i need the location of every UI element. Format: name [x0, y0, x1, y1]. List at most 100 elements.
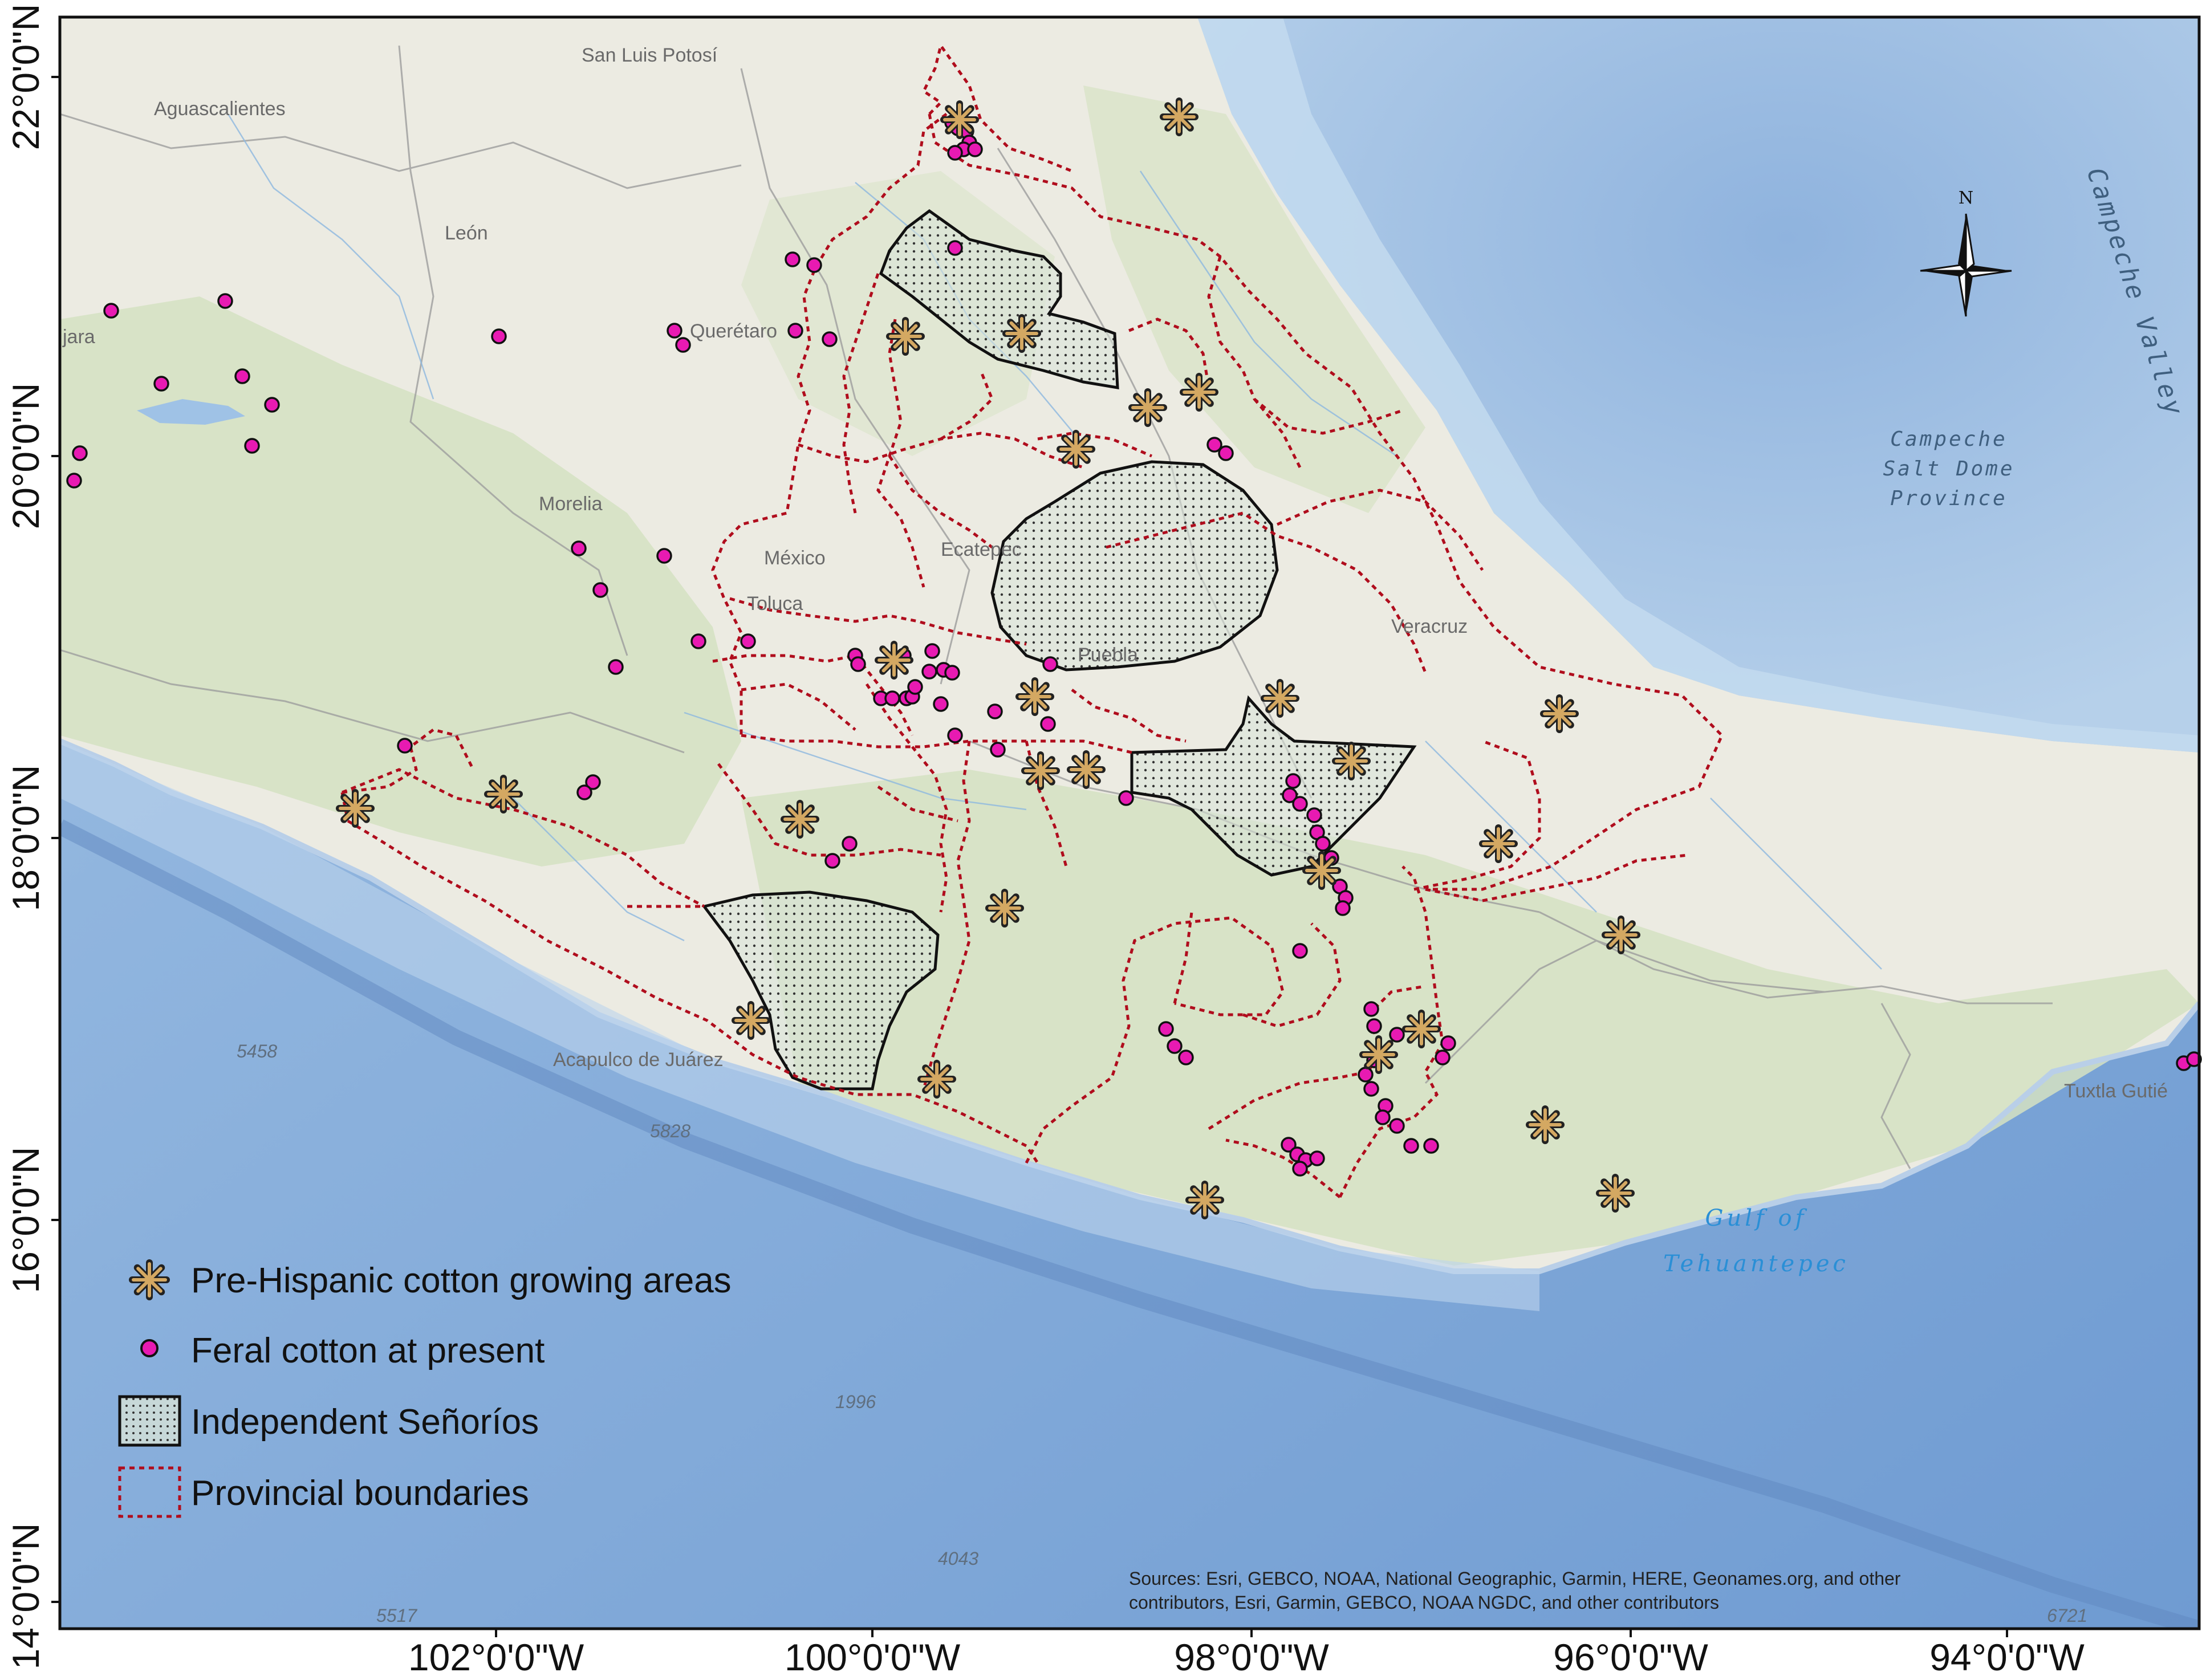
- feral-cotton-point[interactable]: [1040, 716, 1056, 732]
- cotton-growing-marker[interactable]: [886, 317, 925, 356]
- feral-cotton-point[interactable]: [1292, 796, 1308, 812]
- lat-label-22: 22°0'0"N: [5, 4, 47, 150]
- feral-cotton-point[interactable]: [656, 548, 672, 564]
- feral-cotton-point[interactable]: [933, 696, 949, 712]
- feral-cotton-point[interactable]: [1389, 1118, 1405, 1134]
- feral-cotton-point[interactable]: [1292, 943, 1308, 959]
- feral-cotton-point[interactable]: [924, 643, 940, 659]
- feral-cotton-point[interactable]: [244, 438, 260, 454]
- feral-cotton-point[interactable]: [592, 582, 608, 598]
- cotton-growing-marker[interactable]: [732, 1001, 770, 1040]
- feral-cotton-point[interactable]: [967, 141, 983, 157]
- feral-cotton-point[interactable]: [907, 679, 923, 695]
- cotton-growing-marker[interactable]: [940, 100, 979, 139]
- feral-cotton-point[interactable]: [234, 368, 250, 384]
- feral-cotton-point[interactable]: [1375, 1109, 1391, 1125]
- feral-cotton-point[interactable]: [576, 784, 592, 800]
- feral-cotton-point[interactable]: [850, 656, 866, 672]
- cotton-growing-marker[interactable]: [1021, 751, 1060, 790]
- feral-cotton-point[interactable]: [842, 836, 858, 852]
- feral-cotton-point[interactable]: [1178, 1050, 1194, 1065]
- cotton-growing-marker[interactable]: [1128, 388, 1167, 427]
- feral-cotton-point[interactable]: [1423, 1138, 1439, 1154]
- lat-label-18: 18°0'0"N: [5, 765, 47, 912]
- feral-cotton-point[interactable]: [987, 703, 1003, 719]
- feral-cotton-point[interactable]: [153, 376, 169, 392]
- feral-cotton-point[interactable]: [1285, 773, 1301, 789]
- cotton-growing-marker[interactable]: [1402, 1010, 1441, 1048]
- cotton-growing-marker[interactable]: [1332, 742, 1371, 780]
- feral-cotton-point[interactable]: [667, 323, 682, 339]
- cotton-growing-marker[interactable]: [1160, 97, 1198, 136]
- feral-cotton-point[interactable]: [1363, 1081, 1379, 1097]
- feral-cotton-point[interactable]: [1118, 790, 1134, 806]
- cotton-growing-marker[interactable]: [1596, 1174, 1635, 1213]
- feral-cotton-point[interactable]: [1218, 445, 1234, 461]
- cotton-growing-marker[interactable]: [781, 800, 819, 839]
- feral-cotton-point[interactable]: [1403, 1138, 1419, 1154]
- cotton-growing-marker[interactable]: [484, 775, 523, 813]
- cotton-growing-marker[interactable]: [1185, 1181, 1224, 1219]
- cotton-growing-marker[interactable]: [1302, 851, 1341, 890]
- feral-cotton-point[interactable]: [571, 540, 587, 556]
- label-ecatepec: Ecatepec: [941, 539, 1022, 560]
- feral-cotton-point[interactable]: [806, 257, 822, 273]
- feral-cotton-point[interactable]: [1315, 836, 1331, 852]
- cotton-growing-marker[interactable]: [1057, 430, 1095, 469]
- cotton-growing-marker[interactable]: [1526, 1105, 1565, 1144]
- feral-cotton-point[interactable]: [944, 665, 960, 681]
- cotton-growing-marker[interactable]: [1602, 916, 1640, 954]
- feral-cotton-point[interactable]: [1158, 1021, 1174, 1037]
- feral-cotton-point[interactable]: [822, 331, 838, 347]
- feral-cotton-point[interactable]: [264, 397, 280, 413]
- feral-cotton-point[interactable]: [690, 633, 706, 649]
- feral-cotton-point[interactable]: [397, 738, 413, 754]
- feral-cotton-point[interactable]: [1435, 1050, 1451, 1065]
- feral-cotton-point[interactable]: [1335, 900, 1351, 916]
- depth-label: 6721: [2047, 1605, 2087, 1626]
- feral-cotton-point[interactable]: [675, 337, 691, 353]
- feral-cotton-point[interactable]: [740, 633, 756, 649]
- cotton-growing-marker[interactable]: [1261, 679, 1299, 718]
- cotton-growing-marker[interactable]: [1359, 1035, 1398, 1074]
- feral-cotton-point[interactable]: [1358, 1067, 1374, 1083]
- cotton-growing-marker[interactable]: [1540, 694, 1579, 733]
- label-gulf-2: Tehuantepec: [1663, 1251, 1849, 1277]
- feral-cotton-point[interactable]: [947, 727, 963, 743]
- feral-cotton-point[interactable]: [1042, 656, 1058, 672]
- feral-cotton-point[interactable]: [1292, 1161, 1308, 1177]
- feral-cotton-point[interactable]: [217, 293, 233, 309]
- label-mexico: México: [764, 547, 826, 569]
- cotton-growing-marker[interactable]: [336, 789, 375, 828]
- feral-cotton-point[interactable]: [1389, 1027, 1405, 1043]
- feral-cotton-point[interactable]: [66, 473, 82, 489]
- cotton-growing-marker[interactable]: [985, 889, 1024, 928]
- cotton-growing-marker[interactable]: [917, 1060, 956, 1099]
- cotton-growing-marker[interactable]: [1002, 314, 1041, 353]
- feral-cotton-point[interactable]: [1306, 807, 1322, 823]
- feral-cotton-point[interactable]: [608, 659, 624, 675]
- feral-cotton-point[interactable]: [1363, 1001, 1379, 1017]
- cotton-growing-marker[interactable]: [1180, 373, 1218, 412]
- feral-cotton-point[interactable]: [491, 328, 507, 344]
- feral-cotton-point[interactable]: [1440, 1035, 1456, 1051]
- feral-cotton-point[interactable]: [947, 145, 963, 161]
- feral-cotton-point[interactable]: [72, 445, 88, 461]
- label-san-luis-potosi: San Luis Potosí: [582, 44, 718, 66]
- feral-cotton-point[interactable]: [785, 251, 801, 267]
- longitude-labels: 102°0'0"W 100°0'0"W 98°0'0"W 96°0'0"W 94…: [408, 1636, 2085, 1678]
- feral-cotton-point[interactable]: [787, 323, 803, 339]
- cotton-growing-marker[interactable]: [1067, 750, 1106, 789]
- cotton-growing-marker[interactable]: [875, 641, 913, 680]
- cotton-growing-marker[interactable]: [1015, 677, 1054, 716]
- feral-cotton-point[interactable]: [990, 742, 1006, 758]
- feral-cotton-point[interactable]: [1167, 1038, 1183, 1054]
- feral-cotton-point[interactable]: [921, 664, 937, 680]
- feral-cotton-point[interactable]: [103, 303, 119, 319]
- feral-cotton-point[interactable]: [884, 690, 900, 706]
- feral-cotton-point[interactable]: [1366, 1018, 1382, 1034]
- cotton-growing-marker[interactable]: [1479, 824, 1518, 863]
- feral-cotton-point[interactable]: [947, 240, 963, 256]
- feral-cotton-point[interactable]: [824, 853, 840, 869]
- feral-cotton-point[interactable]: [1309, 1150, 1325, 1166]
